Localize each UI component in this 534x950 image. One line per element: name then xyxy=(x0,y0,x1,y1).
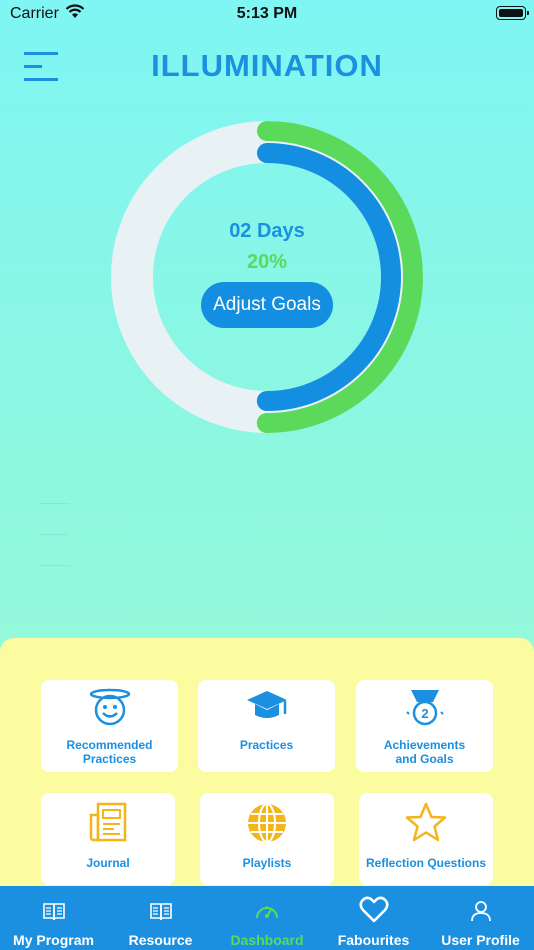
progress-ring: 02 Days 20% Adjust Goals xyxy=(110,120,424,434)
card-label: Practices xyxy=(239,738,294,752)
card-label: Recommended Practices xyxy=(66,738,153,766)
decorative-lines xyxy=(38,500,72,570)
tab-fabourites[interactable]: Fabourites xyxy=(320,886,427,950)
medal-icon: 2 xyxy=(356,688,493,728)
globe-icon xyxy=(200,801,334,843)
card-label: Journal xyxy=(86,856,130,870)
tab-label: Fabourites xyxy=(337,932,410,948)
clock: 5:13 PM xyxy=(236,5,298,22)
decorative-line xyxy=(40,534,68,535)
person-icon xyxy=(427,900,534,922)
decorative-line xyxy=(40,503,70,504)
tab-user-profile[interactable]: User Profile xyxy=(427,886,534,950)
tab-my-program[interactable]: My Program xyxy=(0,886,107,950)
card-label: Playlists xyxy=(242,856,292,870)
card-reflection-questions[interactable]: Reflection Questions xyxy=(359,793,493,885)
adjust-goals-button[interactable]: Adjust Goals xyxy=(201,282,333,328)
card-practices[interactable]: Practices xyxy=(198,680,335,772)
book-icon xyxy=(107,900,214,922)
newspaper-icon xyxy=(41,801,175,842)
decorative-line xyxy=(40,565,70,566)
heart-icon xyxy=(320,896,427,924)
progress-percent: 20% xyxy=(246,251,288,273)
card-label: Reflection Questions xyxy=(365,856,487,870)
card-achievements-goals[interactable]: 2 Achievements and Goals xyxy=(356,680,493,772)
smiley-halo-icon xyxy=(41,688,178,728)
app-title: ILLUMINATION xyxy=(151,48,383,83)
tab-label: Dashboard xyxy=(230,932,304,948)
svg-text:2: 2 xyxy=(421,706,428,721)
ring-center: 02 Days 20% Adjust Goals xyxy=(110,220,424,328)
book-icon xyxy=(0,900,107,922)
graduation-cap-icon xyxy=(198,688,335,728)
status-bar: Carrier 5:13 PM xyxy=(0,0,534,30)
days-count: 02 Days xyxy=(229,220,305,242)
card-label: Achievements and Goals xyxy=(383,738,466,766)
star-icon xyxy=(359,801,493,842)
tab-label: Resource xyxy=(128,932,193,948)
card-playlists[interactable]: Playlists xyxy=(200,793,334,885)
tab-label: My Program xyxy=(13,932,94,948)
tab-bar: My Program Resource Dashboard Fabourites… xyxy=(0,886,534,950)
tab-resource[interactable]: Resource xyxy=(107,886,214,950)
speedometer-icon xyxy=(214,900,320,922)
card-journal[interactable]: Journal xyxy=(41,793,175,885)
tab-label: User Profile xyxy=(441,932,520,948)
tab-dashboard[interactable]: Dashboard xyxy=(214,886,320,950)
battery-icon xyxy=(496,6,529,20)
feature-panel: Recommended Practices Practices 2 Achiev… xyxy=(0,638,534,898)
card-recommended-practices[interactable]: Recommended Practices xyxy=(41,680,178,772)
